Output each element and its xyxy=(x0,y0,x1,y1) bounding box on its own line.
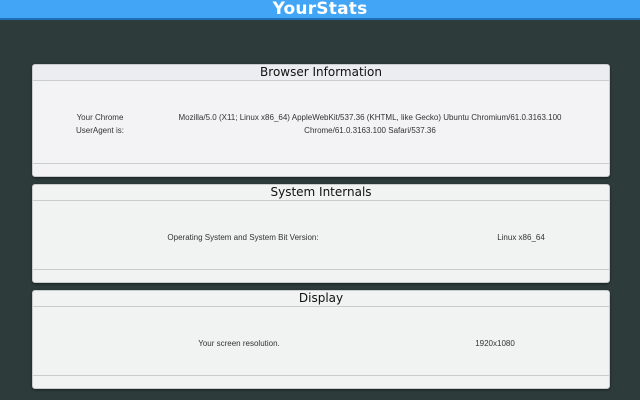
display-card-footer-divider xyxy=(33,375,609,376)
system-card-footer-divider xyxy=(33,269,609,270)
browser-information-heading: Browser Information xyxy=(33,65,609,81)
useragent-value-line-1: Mozilla/5.0 (X11; Linux x86_64) AppleWeb… xyxy=(178,113,562,122)
useragent-label-line-1: Your Chrome xyxy=(76,113,124,122)
resolution-label: Your screen resolution. xyxy=(198,339,280,348)
browser-information-card: Browser Information Your Chrome UserAgen… xyxy=(32,64,610,177)
os-value: Linux x86_64 xyxy=(497,233,545,242)
useragent-value: Mozilla/5.0 (X11; Linux x86_64) AppleWeb… xyxy=(173,111,567,137)
system-internals-heading: System Internals xyxy=(33,185,609,201)
useragent-label: Your Chrome UserAgent is: xyxy=(69,111,131,137)
useragent-value-line-2: Chrome/61.0.3163.100 Safari/537.36 xyxy=(304,126,436,135)
display-heading: Display xyxy=(33,291,609,307)
resolution-value: 1920x1080 xyxy=(475,339,515,348)
useragent-label-line-2: UserAgent is: xyxy=(75,126,125,135)
os-label: Operating System and System Bit Version: xyxy=(167,233,319,242)
display-card: Display Your screen resolution. 1920x108… xyxy=(32,290,610,389)
app-title: YourStats xyxy=(0,0,640,20)
system-internals-card: System Internals Operating System and Sy… xyxy=(32,184,610,283)
browser-card-footer-divider xyxy=(33,163,609,164)
